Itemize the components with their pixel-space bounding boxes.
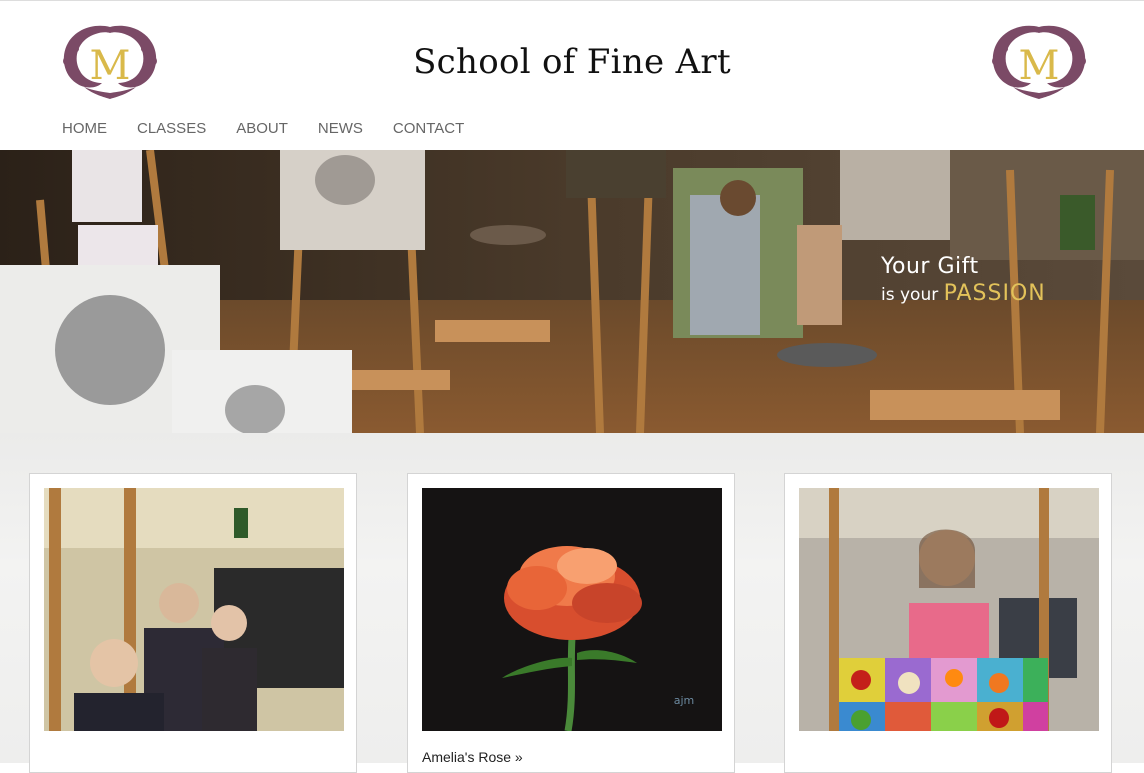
- feature-card-3[interactable]: [784, 473, 1112, 773]
- nav-contact[interactable]: CONTACT: [378, 119, 479, 141]
- logo-letter: M: [1019, 43, 1060, 89]
- tagline-highlight: PASSION: [943, 281, 1046, 306]
- card-photo-girl-fruit-painting: [799, 488, 1099, 731]
- feature-card-1[interactable]: [29, 473, 357, 773]
- site-header: M School of Fine Art M HOME CLASSES ABOU…: [0, 0, 1144, 150]
- nav-news[interactable]: NEWS: [303, 119, 378, 141]
- hero-tagline: Your Gift is your PASSION: [881, 254, 1046, 306]
- nav-home[interactable]: HOME: [47, 119, 122, 141]
- nav-about[interactable]: ABOUT: [221, 119, 303, 141]
- monogram-logo-right[interactable]: M: [983, 21, 1095, 101]
- tagline-line2: is your PASSION: [881, 281, 1046, 306]
- site-title: School of Fine Art: [413, 42, 731, 82]
- main-nav: HOME CLASSES ABOUT NEWS CONTACT: [47, 119, 479, 141]
- painting-signature: ajm: [674, 694, 695, 707]
- featured-section: ajm Amelia's Rose »: [0, 433, 1144, 773]
- tagline-prefix: is your: [881, 285, 939, 305]
- card-photo-rose-painting: ajm: [422, 488, 722, 731]
- feature-card-2[interactable]: ajm Amelia's Rose »: [407, 473, 735, 773]
- card-photo-kids: [44, 488, 344, 731]
- hero-banner: Your Gift is your PASSION: [0, 150, 1144, 433]
- tagline-line1: Your Gift: [881, 254, 979, 279]
- nav-classes[interactable]: CLASSES: [122, 119, 221, 141]
